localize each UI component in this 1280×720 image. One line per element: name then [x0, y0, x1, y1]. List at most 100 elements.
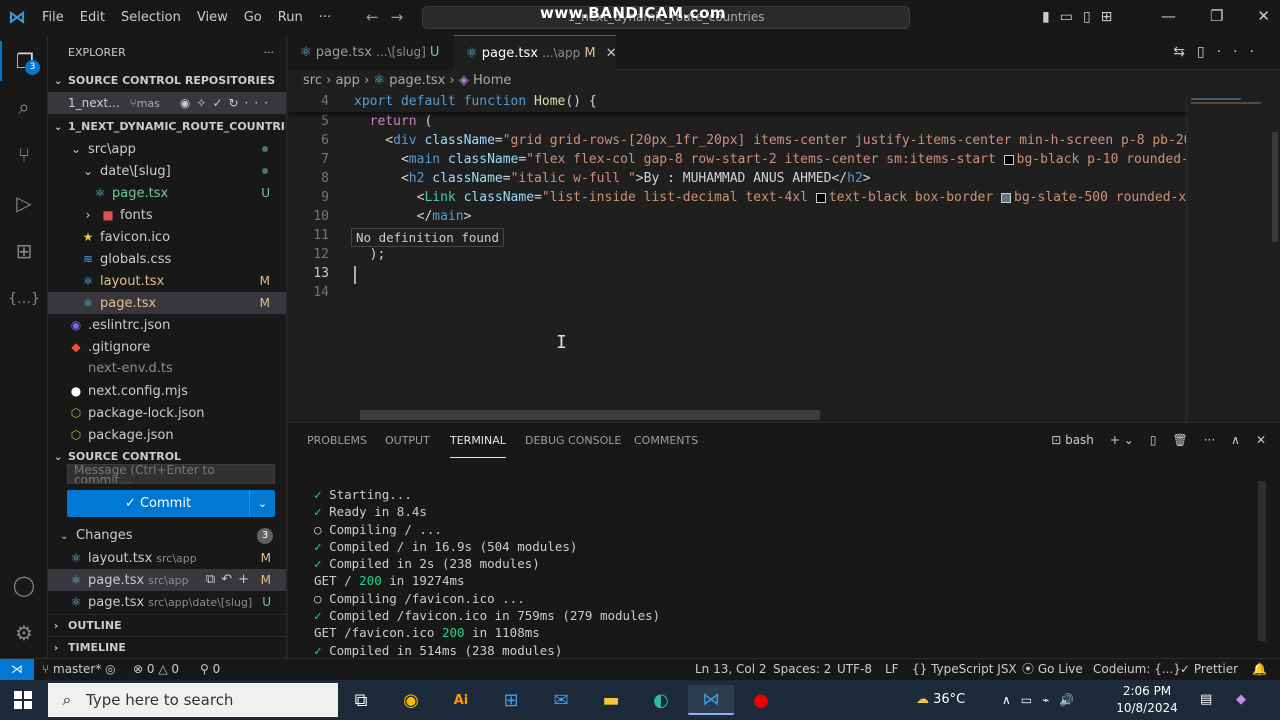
- menu-run[interactable]: Run: [270, 10, 311, 25]
- file-tree-item[interactable]: ⚛ page.tsx U: [48, 182, 286, 204]
- source-control-icon[interactable]: ⑂: [0, 135, 48, 175]
- bandicam-icon[interactable]: ●: [738, 685, 784, 715]
- repos-section-header[interactable]: ⌄ SOURCE CONTROL REPOSITORIES: [48, 70, 286, 92]
- file-tree-item[interactable]: ★ favicon.ico: [48, 226, 286, 248]
- notifications-icon[interactable]: 🔔: [1252, 659, 1267, 680]
- encoding[interactable]: UTF-8: [837, 659, 872, 680]
- editor-more-icon[interactable]: ···: [1217, 44, 1266, 60]
- repository-row[interactable]: 1_next... ⑂mas ◉✧✓↻···: [48, 92, 286, 114]
- vscode-taskbar-icon[interactable]: ⋈: [688, 685, 734, 715]
- file-tree-item[interactable]: ◉ .eslintrc.json: [48, 314, 286, 336]
- close-panel-icon[interactable]: ✕: [1256, 433, 1266, 447]
- vertical-scrollbar[interactable]: [1272, 132, 1278, 242]
- notification-center-icon[interactable]: ▤: [1200, 680, 1212, 720]
- cursor-position[interactable]: Ln 13, Col 2: [695, 659, 767, 680]
- tab-comments[interactable]: COMMENTS: [634, 423, 698, 458]
- tab-page-app[interactable]: ⚛ page.tsx ...\app M ✕: [454, 35, 617, 70]
- menu-file[interactable]: File: [34, 10, 72, 25]
- taskbar-search[interactable]: ⌕ Type here to search: [48, 683, 338, 717]
- commit-dropdown-icon[interactable]: ⌄: [249, 490, 275, 517]
- ports-status[interactable]: ⚲ 0: [200, 659, 220, 680]
- line-ending[interactable]: LF: [885, 659, 899, 680]
- branch-status[interactable]: ⑂ master* ◎: [42, 659, 116, 680]
- indentation[interactable]: Spaces: 2: [773, 659, 831, 680]
- extensions-icon[interactable]: ⊞: [0, 231, 48, 271]
- toggle-sidebar-icon[interactable]: ▮: [1042, 9, 1060, 25]
- change-item[interactable]: ⚛ page.tsx src\app\date\[slug] U: [48, 591, 286, 613]
- windows-start-icon[interactable]: [14, 691, 32, 709]
- commit-button[interactable]: ✓ Commit ⌄: [67, 490, 275, 517]
- split-editor-icon[interactable]: ▯: [1197, 44, 1217, 60]
- go-live[interactable]: ⦿ Go Live: [1022, 659, 1083, 680]
- file-tree-item[interactable]: ⬡ package-lock.json: [48, 402, 286, 424]
- toggle-panel-icon[interactable]: ▭: [1060, 9, 1083, 25]
- store-icon[interactable]: ⊞: [488, 685, 534, 715]
- horizontal-scrollbar[interactable]: [360, 410, 820, 420]
- new-terminal-icon[interactable]: + ⌄: [1110, 433, 1134, 447]
- maximize-panel-icon[interactable]: ∧: [1231, 433, 1240, 447]
- close-window-icon[interactable]: ✕: [1257, 7, 1270, 25]
- file-tree-item[interactable]: ≋ globals.css: [48, 248, 286, 270]
- terminal-shell[interactable]: ⊡ bash: [1051, 433, 1094, 447]
- menu-more[interactable]: ···: [311, 10, 339, 25]
- run-debug-icon[interactable]: ▷: [0, 183, 48, 223]
- search-icon[interactable]: ⌕: [0, 87, 48, 127]
- explorer-icon[interactable]: ❐ 3: [0, 41, 48, 81]
- back-arrow-icon[interactable]: ←: [366, 8, 391, 26]
- file-tree-item[interactable]: ⌄ date\[slug]: [48, 160, 286, 182]
- changes-group[interactable]: ⌄ Changes 3: [48, 525, 286, 547]
- file-tree-item[interactable]: ⬡ package.json: [48, 424, 286, 446]
- outline-section-header[interactable]: › OUTLINE: [48, 614, 286, 636]
- menu-go[interactable]: Go: [236, 10, 270, 25]
- breadcrumb-app[interactable]: app: [335, 73, 359, 88]
- codeium-status[interactable]: Codeium: {...}: [1093, 659, 1181, 680]
- forward-arrow-icon[interactable]: →: [391, 8, 416, 26]
- copilot-icon[interactable]: ◆: [1236, 680, 1246, 720]
- file-explorer-icon[interactable]: ▬: [588, 685, 634, 715]
- file-tree-item[interactable]: ⌄ src\app: [48, 138, 286, 160]
- minimize-icon[interactable]: —: [1161, 7, 1176, 25]
- code-editor[interactable]: 5 6 7 8 9 10 11 12 13 14 return ( <div className=…: [288, 92, 1280, 422]
- file-tree-item[interactable]: ● next.config.mjs: [48, 380, 286, 402]
- task-view-icon[interactable]: ⧉: [338, 685, 384, 715]
- tab-page-slug[interactable]: ⚛ page.tsx ...\[slug] U: [288, 35, 453, 70]
- prettier-status[interactable]: ✓ Prettier: [1180, 659, 1238, 680]
- split-terminal-icon[interactable]: ▯: [1150, 433, 1157, 447]
- minimap[interactable]: [1186, 92, 1280, 422]
- system-tray[interactable]: ∧▭⌁🔊: [1002, 680, 1084, 720]
- language-mode[interactable]: {} TypeScript JSX: [912, 659, 1017, 680]
- remote-icon[interactable]: ⋊: [0, 659, 34, 681]
- repo-actions[interactable]: ◉✧✓↻···: [180, 92, 274, 114]
- mail-icon[interactable]: ✉: [538, 685, 584, 715]
- weather-widget[interactable]: ☁ 36°C: [916, 680, 965, 720]
- kill-terminal-icon[interactable]: 🗑: [1172, 433, 1187, 447]
- terminal-output[interactable]: ✓ Starting... ✓ Ready in 8.4s ○ Compiling …: [314, 486, 660, 659]
- breadcrumb-src[interactable]: src: [303, 73, 322, 88]
- breadcrumb-symbol[interactable]: Home: [473, 73, 511, 88]
- file-tree-item[interactable]: next-env.d.ts: [48, 358, 286, 380]
- illustrator-icon[interactable]: Ai: [438, 685, 484, 715]
- json-icon[interactable]: {…}: [0, 279, 48, 319]
- chrome-icon[interactable]: ◉: [388, 685, 434, 715]
- file-tree-item[interactable]: ◆ .gitignore: [48, 336, 286, 358]
- customize-layout-icon[interactable]: ⊞: [1101, 9, 1123, 25]
- account-icon[interactable]: ◯: [0, 565, 48, 605]
- clock[interactable]: 2:06 PM 10/8/2024: [1112, 683, 1182, 717]
- file-tree-item[interactable]: ⚛ page.tsx M: [48, 292, 286, 314]
- explorer-more-icon[interactable]: ···: [264, 35, 275, 70]
- change-item[interactable]: ⚛ page.tsx src\app ⧉↶+ M: [48, 569, 286, 591]
- menu-selection[interactable]: Selection: [113, 10, 189, 25]
- tab-terminal[interactable]: TERMINAL: [450, 423, 506, 458]
- compare-icon[interactable]: ⇆: [1173, 44, 1197, 60]
- menu-view[interactable]: View: [189, 10, 236, 25]
- edge-icon[interactable]: ◐: [638, 685, 684, 715]
- file-tree-item[interactable]: › ■ fonts: [48, 204, 286, 226]
- file-tree-item[interactable]: ⚛ layout.tsx M: [48, 270, 286, 292]
- breadcrumb-file[interactable]: page.tsx: [389, 73, 445, 88]
- tab-output[interactable]: OUTPUT: [385, 423, 430, 458]
- timeline-section-header[interactable]: › TIMELINE: [48, 636, 286, 658]
- terminal-scrollbar[interactable]: [1258, 481, 1266, 641]
- settings-gear-icon[interactable]: ⚙: [0, 613, 48, 653]
- tab-debug-console[interactable]: DEBUG CONSOLE: [525, 423, 621, 458]
- commit-message-input[interactable]: Message (Ctrl+Enter to commit...: [67, 464, 275, 484]
